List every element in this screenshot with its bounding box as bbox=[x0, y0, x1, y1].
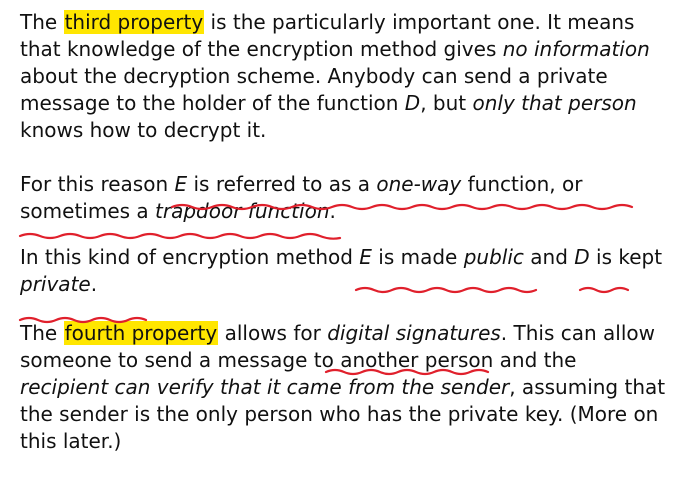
text: is kept bbox=[589, 245, 663, 269]
symbol-e: E bbox=[174, 172, 188, 196]
symbol-d: D bbox=[574, 245, 590, 269]
text: . bbox=[90, 272, 98, 296]
emphasis-one-way: one-way bbox=[376, 172, 462, 196]
highlight-fourth-property: fourth property bbox=[63, 321, 219, 345]
text: , but bbox=[420, 91, 473, 115]
paragraph-one-way: For this reason E is referred to as a on… bbox=[20, 171, 670, 225]
symbol-e: E bbox=[359, 245, 372, 269]
paragraph-fourth-property: The fourth property allows for digital s… bbox=[20, 320, 670, 455]
text: is made bbox=[371, 245, 464, 269]
text: The bbox=[20, 321, 64, 345]
emphasis-private: private bbox=[20, 272, 91, 296]
emphasis-recipient-can-verify: recipient can verify that it came from t… bbox=[20, 375, 510, 399]
text: knows how to decrypt it. bbox=[20, 118, 267, 142]
emphasis-no-information: no information bbox=[502, 37, 650, 61]
text: In this kind of encryption method bbox=[20, 245, 360, 269]
document-page: The third property is the particularly i… bbox=[20, 9, 670, 455]
emphasis-digital-signatures: digital signatures bbox=[327, 321, 501, 345]
text: and bbox=[523, 245, 575, 269]
emphasis-trapdoor-function: trapdoor function bbox=[155, 199, 330, 223]
text: The bbox=[20, 10, 64, 34]
emphasis-public: public bbox=[463, 245, 524, 269]
symbol-d: D bbox=[404, 91, 421, 115]
emphasis-only-that-person: only that person bbox=[472, 91, 637, 115]
text: is referred to as a bbox=[187, 172, 377, 196]
highlight-third-property: third property bbox=[63, 10, 205, 34]
text: . bbox=[329, 199, 336, 223]
text: For this reason bbox=[20, 172, 175, 196]
paragraph-public-private: In this kind of encryption method E is m… bbox=[20, 244, 670, 298]
paragraph-third-property: The third property is the particularly i… bbox=[20, 9, 670, 144]
text: allows for bbox=[218, 321, 328, 345]
